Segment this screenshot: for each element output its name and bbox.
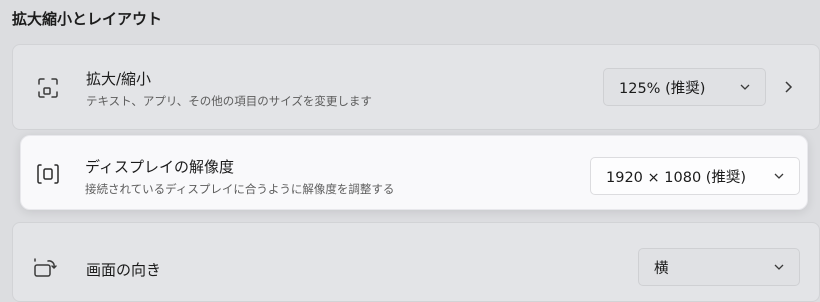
resolution-dropdown[interactable]: 1920 × 1080 (推奨) xyxy=(590,157,800,195)
zoom-dropdown-value: 125% (推奨) xyxy=(619,80,706,97)
zoom-setting-card[interactable]: 拡大/縮小 テキスト、アプリ、その他の項目のサイズを変更します 125% (推奨… xyxy=(12,44,820,130)
chevron-down-icon xyxy=(773,263,785,271)
resolution-setting-card[interactable]: ディスプレイの解像度 接続されているディスプレイに合うように解像度を調整する 1… xyxy=(20,135,808,210)
orientation-dropdown[interactable]: 横 xyxy=(638,248,800,286)
zoom-title: 拡大/縮小 xyxy=(86,70,152,88)
orientation-title: 画面の向き xyxy=(86,261,162,279)
resolution-title: ディスプレイの解像度 xyxy=(85,158,234,176)
resolution-frame-icon xyxy=(35,161,61,187)
chevron-down-icon xyxy=(773,172,785,180)
orientation-dropdown-value: 横 xyxy=(654,260,669,277)
zoom-description: テキスト、アプリ、その他の項目のサイズを変更します xyxy=(86,94,372,108)
orientation-setting-card[interactable]: 画面の向き 横 xyxy=(12,222,820,302)
resolution-dropdown-value: 1920 × 1080 (推奨) xyxy=(606,169,747,186)
section-title: 拡大縮小とレイアウト xyxy=(12,10,163,28)
chevron-down-icon xyxy=(739,83,751,91)
resolution-description: 接続されているディスプレイに合うように解像度を調整する xyxy=(85,182,395,196)
zoom-frame-icon xyxy=(35,75,61,101)
chevron-right-icon[interactable] xyxy=(783,80,793,94)
zoom-dropdown[interactable]: 125% (推奨) xyxy=(603,68,766,106)
screen-rotate-icon xyxy=(32,255,58,281)
